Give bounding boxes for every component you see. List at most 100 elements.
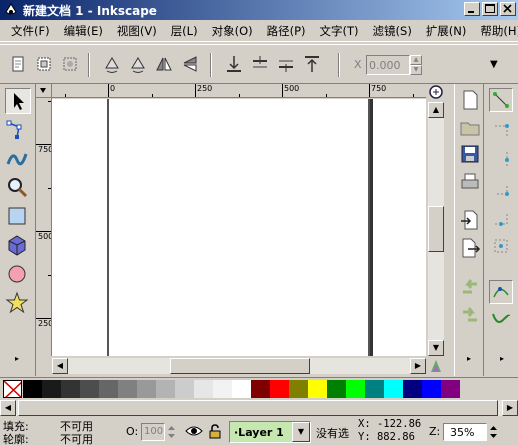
tweak-tool-icon[interactable]: [5, 146, 31, 172]
close-button[interactable]: [500, 2, 516, 16]
menu-view[interactable]: 视图(V): [110, 23, 164, 39]
selector-tool-icon[interactable]: [5, 88, 31, 114]
3d-box-tool-icon[interactable]: [5, 233, 31, 259]
palette-scroll-left[interactable]: ◀: [0, 400, 16, 416]
horizontal-scroll-thumb[interactable]: [170, 358, 310, 374]
menu-extensions[interactable]: 扩展(N): [419, 23, 474, 39]
scroll-up-button[interactable]: ▲: [428, 102, 444, 118]
horizontal-scrollbar[interactable]: ◀ ▶: [52, 358, 426, 374]
color-swatch[interactable]: [80, 380, 99, 398]
snap-bbox-icon[interactable]: [489, 120, 513, 144]
print-icon[interactable]: [458, 170, 482, 194]
opacity-input[interactable]: 100: [141, 423, 165, 441]
color-swatch[interactable]: [232, 380, 251, 398]
node-tool-icon[interactable]: [5, 117, 31, 143]
minimize-button[interactable]: [464, 2, 480, 16]
menu-layer[interactable]: 层(L): [164, 23, 205, 39]
vertical-scrollbar[interactable]: ▲ ▼: [428, 102, 444, 356]
color-swatch[interactable]: [327, 380, 346, 398]
color-swatch[interactable]: [441, 380, 460, 398]
scroll-left-button[interactable]: ◀: [52, 358, 68, 374]
menu-filters[interactable]: 滤镜(S): [366, 23, 419, 39]
snap-midpoint-icon[interactable]: [489, 206, 513, 230]
raise-icon[interactable]: [274, 52, 298, 76]
new-document-icon[interactable]: [458, 88, 482, 112]
snap-more-icon[interactable]: ▸: [500, 354, 504, 363]
color-swatch[interactable]: [308, 380, 327, 398]
drawing-canvas[interactable]: [52, 99, 426, 356]
opacity-spinner[interactable]: [166, 423, 177, 441]
lower-to-bottom-icon[interactable]: [222, 52, 246, 76]
rotate-ccw-icon[interactable]: [100, 52, 124, 76]
x-position-input[interactable]: 0.000: [366, 55, 410, 75]
select-all-layers-icon[interactable]: [32, 52, 56, 76]
vertical-scroll-thumb[interactable]: [428, 206, 444, 252]
flip-vertical-icon[interactable]: [178, 52, 202, 76]
select-all-icon[interactable]: [6, 52, 30, 76]
color-swatch[interactable]: [42, 380, 61, 398]
color-swatch[interactable]: [384, 380, 403, 398]
zoom-input[interactable]: 35%: [443, 423, 487, 441]
redo-icon[interactable]: [458, 304, 482, 328]
color-swatch[interactable]: [61, 380, 80, 398]
menu-help[interactable]: 帮助(H): [473, 23, 518, 39]
menu-file[interactable]: 文件(F): [4, 23, 57, 39]
flip-horizontal-icon[interactable]: [152, 52, 176, 76]
palette-scrollbar[interactable]: ◀ ▶: [0, 400, 518, 416]
zoom-correction-icon[interactable]: [428, 84, 444, 100]
color-swatch[interactable]: [156, 380, 175, 398]
color-swatch[interactable]: [175, 380, 194, 398]
toolbox-more-icon[interactable]: ▸: [15, 354, 19, 363]
export-icon[interactable]: [458, 236, 482, 260]
color-swatch[interactable]: [194, 380, 213, 398]
scroll-down-button[interactable]: ▼: [428, 340, 444, 356]
current-layer-dropdown[interactable]: ·Layer 1 ▼: [229, 421, 311, 443]
color-swatch[interactable]: [137, 380, 156, 398]
no-paint-swatch[interactable]: [3, 380, 22, 398]
snap-toggle-icon[interactable]: [489, 88, 513, 112]
layer-visibility-eye-icon[interactable]: [185, 424, 203, 438]
layer-lock-icon[interactable]: [207, 423, 223, 439]
star-tool-icon[interactable]: [5, 291, 31, 317]
import-icon[interactable]: [458, 208, 482, 232]
palette-scroll-right[interactable]: ▶: [502, 400, 518, 416]
menu-path[interactable]: 路径(P): [260, 23, 313, 39]
menu-text[interactable]: 文字(T): [313, 23, 366, 39]
color-swatch[interactable]: [118, 380, 137, 398]
lower-icon[interactable]: [248, 52, 272, 76]
x-spinner[interactable]: ▲ ▼: [410, 55, 422, 75]
snap-center-icon[interactable]: [489, 234, 513, 258]
menu-object[interactable]: 对象(O): [205, 23, 260, 39]
rectangle-tool-icon[interactable]: [5, 204, 31, 230]
maximize-button[interactable]: [482, 2, 498, 16]
color-swatch[interactable]: [23, 380, 42, 398]
snap-nodes-icon[interactable]: [489, 280, 513, 304]
inkscape-app-icon[interactable]: [4, 3, 18, 17]
toolbar-overflow-icon[interactable]: ▼: [490, 59, 498, 70]
color-swatch[interactable]: [289, 380, 308, 398]
color-swatch[interactable]: [365, 380, 384, 398]
zoom-spinner[interactable]: [488, 423, 499, 441]
color-swatch[interactable]: [403, 380, 422, 398]
deselect-icon[interactable]: [58, 52, 82, 76]
color-management-icon[interactable]: [428, 358, 444, 374]
raise-to-top-icon[interactable]: [300, 52, 324, 76]
ellipse-tool-icon[interactable]: [5, 262, 31, 288]
color-swatch[interactable]: [213, 380, 232, 398]
palette-scroll-thumb[interactable]: [18, 400, 498, 416]
undo-icon[interactable]: [458, 276, 482, 300]
snap-bbox-corner-icon[interactable]: [489, 176, 513, 200]
commands-more-icon[interactable]: ▸: [467, 354, 471, 363]
zoom-tool-icon[interactable]: [5, 175, 31, 201]
menu-edit[interactable]: 编辑(E): [57, 23, 110, 39]
color-swatch[interactable]: [270, 380, 289, 398]
color-swatch[interactable]: [251, 380, 270, 398]
color-swatch[interactable]: [422, 380, 441, 398]
color-swatch[interactable]: [99, 380, 118, 398]
snap-paths-icon[interactable]: [489, 306, 513, 330]
color-swatch[interactable]: [346, 380, 365, 398]
save-icon[interactable]: [458, 142, 482, 166]
layer-dropdown-arrow-icon[interactable]: ▼: [292, 422, 310, 442]
snap-bbox-edge-icon[interactable]: [489, 148, 513, 172]
scroll-right-button[interactable]: ▶: [410, 358, 426, 374]
